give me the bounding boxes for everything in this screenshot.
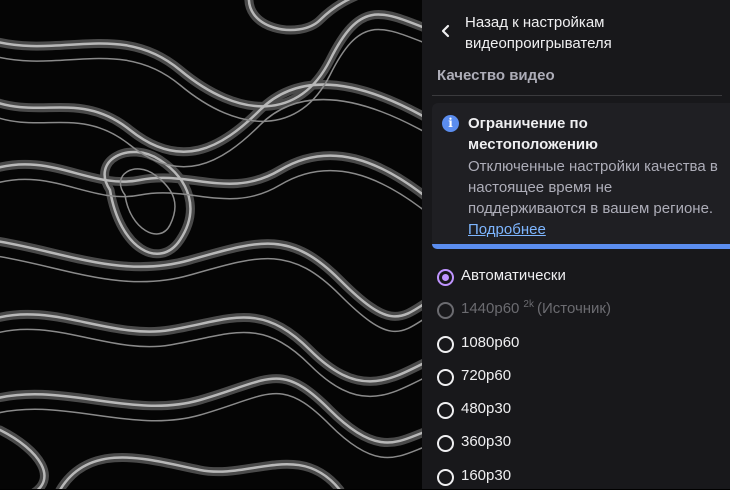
- quality-option-label: 360p30: [461, 433, 512, 450]
- back-label: Назад к настройкам видеопроигрывателя: [465, 14, 612, 52]
- quality-option-label: 160p30: [461, 467, 512, 484]
- radio-unselected[interactable]: [437, 402, 454, 419]
- quality-option-label: 720p60: [461, 367, 512, 384]
- quality-label: 1440p60: [461, 300, 520, 317]
- notice-body: Отключенные настройки качества в настоящ…: [468, 156, 728, 240]
- topographic-background-image: [0, 0, 422, 489]
- settings-panel: Назад к настройкам видеопроигрывателя Ка…: [422, 0, 730, 489]
- quality-option-label: 1440p60 2k (Источник): [461, 299, 611, 321]
- quality-option-label: Автоматически: [461, 267, 566, 284]
- resolution-badge: 2k: [523, 299, 534, 310]
- info-icon: i: [442, 115, 459, 132]
- quality-option-360p30[interactable]: 360p30: [437, 432, 727, 456]
- location-restriction-notice: i Ограничение по местоположению Отключен…: [432, 103, 730, 249]
- quality-option-1080p60[interactable]: 1080p60: [437, 333, 727, 357]
- quality-option-720p60[interactable]: 720p60: [437, 366, 727, 390]
- video-player[interactable]: [0, 0, 422, 489]
- quality-option-160p30[interactable]: 160p30: [437, 466, 727, 490]
- chevron-left-icon: [441, 24, 450, 38]
- back-to-player-settings-button[interactable]: Назад к настройкам видеопроигрывателя: [422, 0, 730, 60]
- radio-unselected[interactable]: [437, 369, 454, 386]
- quality-option-auto[interactable]: Автоматически: [437, 266, 727, 290]
- radio-disabled: [437, 302, 454, 319]
- section-title: Качество видео: [437, 67, 555, 84]
- quality-option-1440p60: 1440p60 2k (Источник): [437, 299, 727, 323]
- quality-option-label: 480p30: [461, 400, 512, 417]
- divider: [432, 95, 722, 96]
- radio-unselected[interactable]: [437, 435, 454, 452]
- quality-suffix: (Источник): [536, 300, 611, 317]
- quality-option-label: 1080p60: [461, 334, 520, 351]
- notice-accent-bar: [432, 244, 730, 249]
- notice-body-text: Отключенные настройки качества в настоящ…: [468, 158, 718, 217]
- quality-option-480p30[interactable]: 480p30: [437, 399, 727, 423]
- radio-unselected[interactable]: [437, 469, 454, 486]
- radio-selected[interactable]: [437, 269, 454, 286]
- notice-title: Ограничение по местоположению: [468, 115, 598, 153]
- radio-unselected[interactable]: [437, 336, 454, 353]
- learn-more-link[interactable]: Подробнее: [468, 221, 546, 238]
